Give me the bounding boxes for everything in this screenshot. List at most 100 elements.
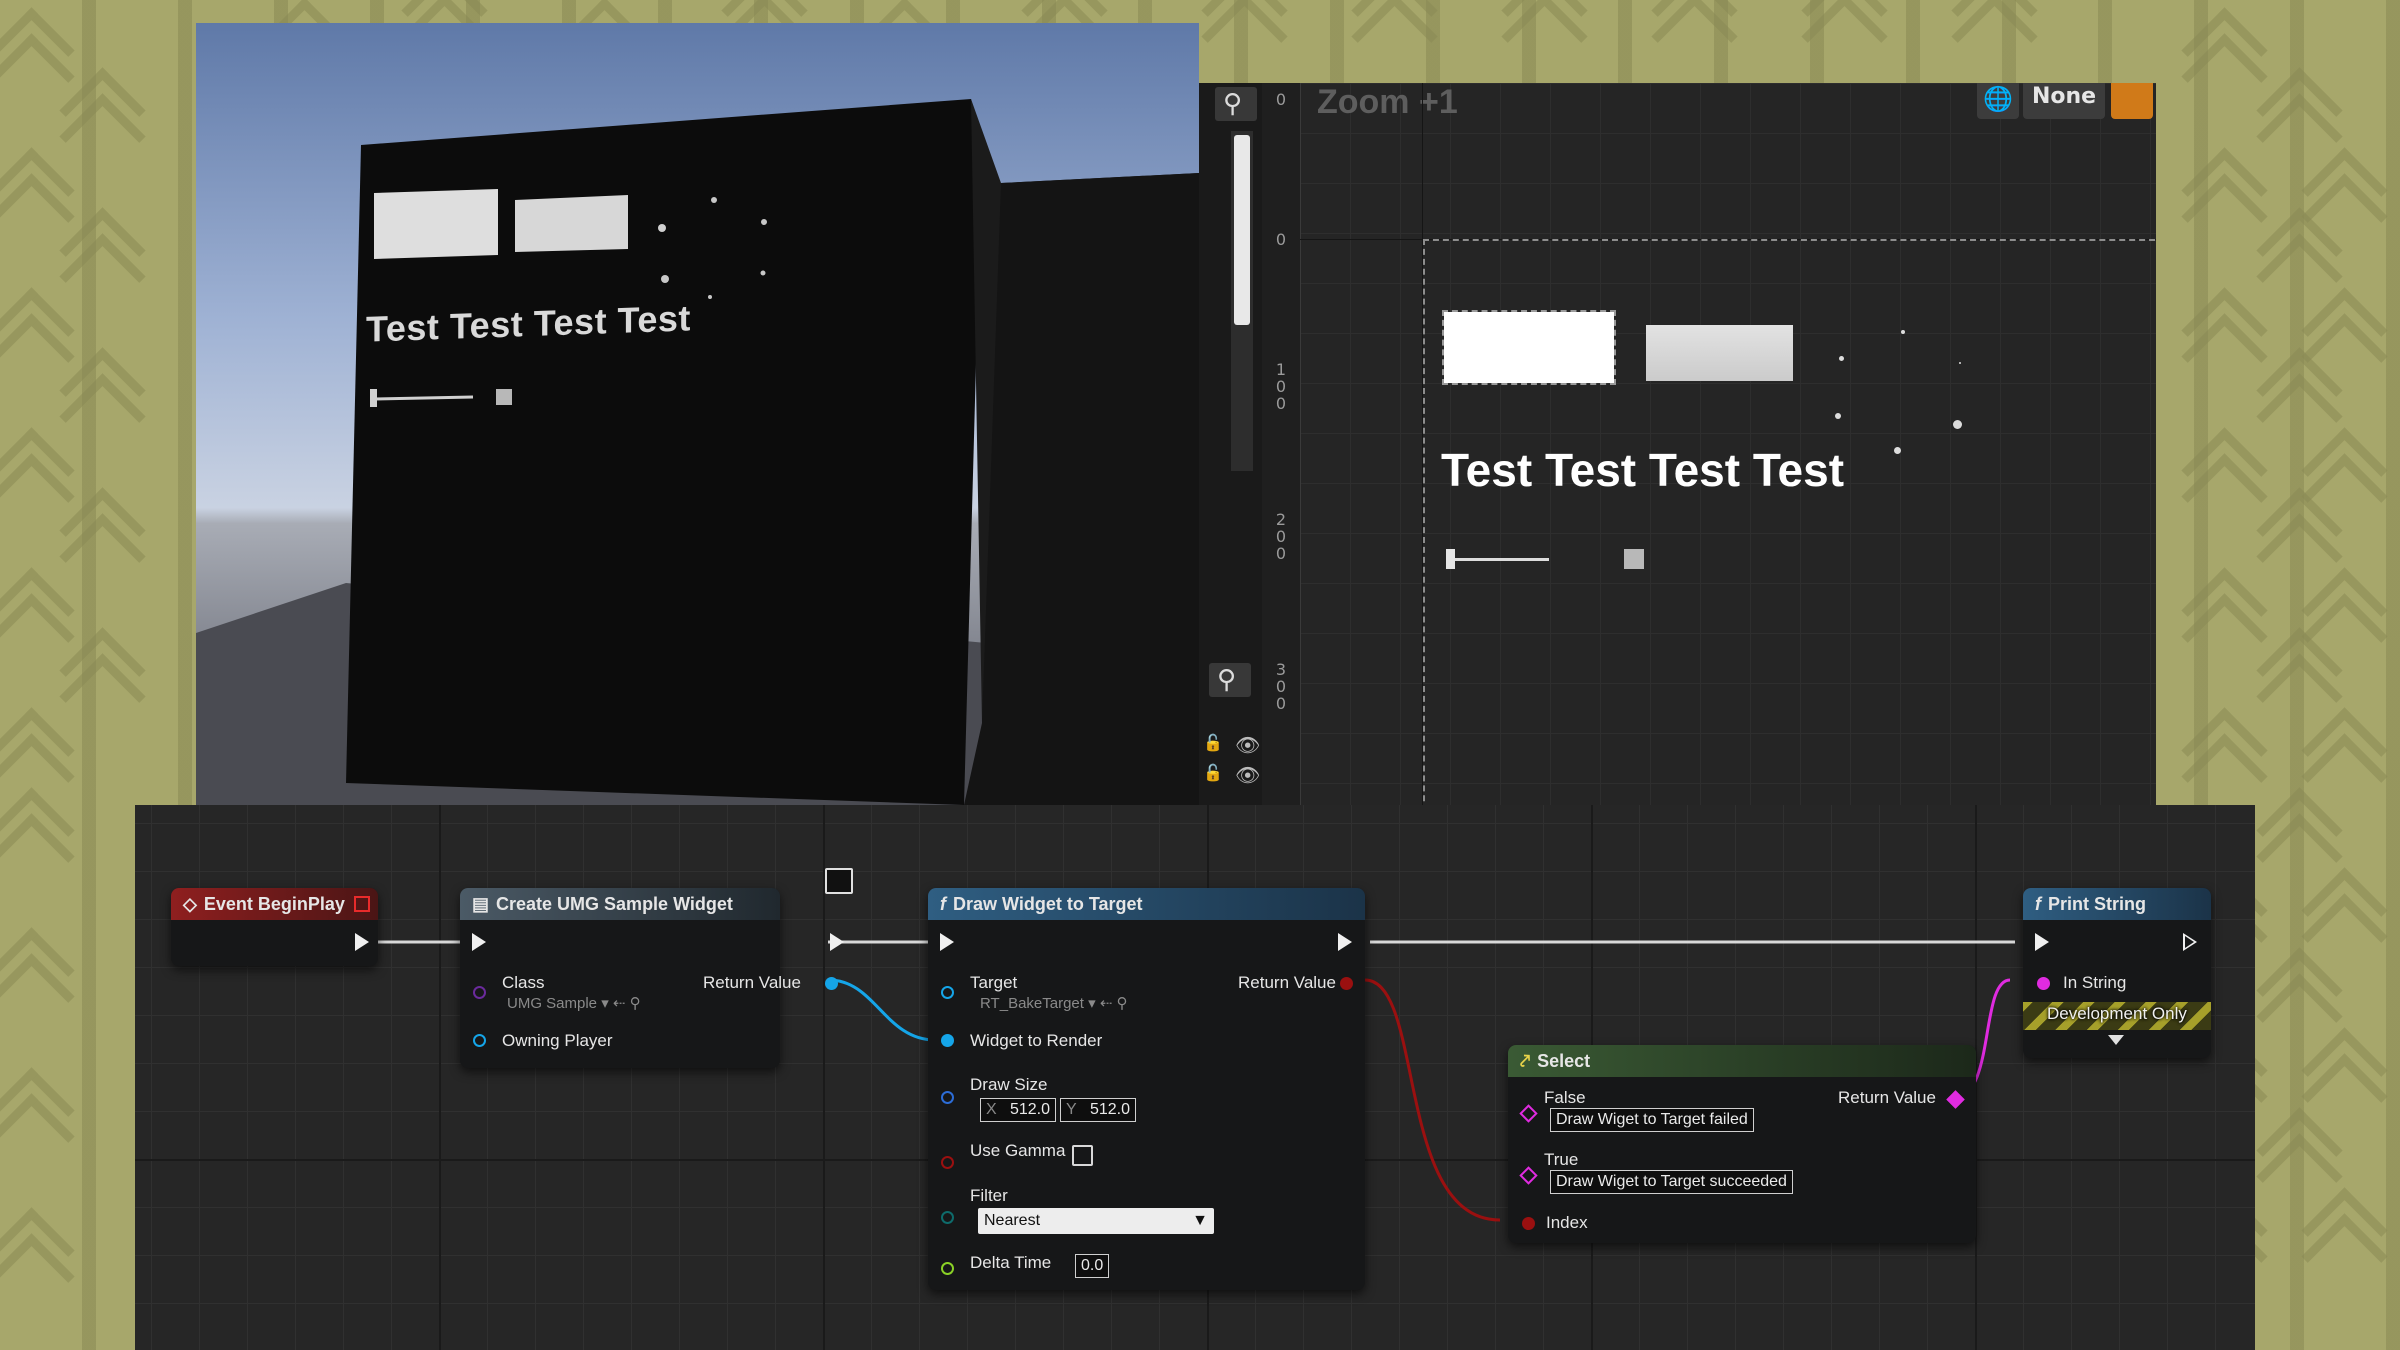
ruler-label: 0 bbox=[1275, 677, 1287, 696]
node-title: Event BeginPlay bbox=[203, 894, 345, 914]
delegate-pin[interactable] bbox=[354, 896, 370, 912]
return-value-pin[interactable] bbox=[1340, 977, 1353, 990]
render-target-cube bbox=[196, 99, 1199, 805]
lock-icon[interactable]: 🔓 bbox=[1203, 763, 1223, 782]
function-icon: f bbox=[2035, 894, 2041, 914]
lock-icon[interactable]: 🔓 bbox=[1203, 733, 1223, 752]
node-title: Create UMG Sample Widget bbox=[496, 894, 733, 914]
monitor-icon bbox=[825, 868, 853, 894]
none-dropdown[interactable]: None bbox=[2023, 83, 2105, 119]
umg-designer-panel[interactable]: ⚲ ⚲ 👁 👁 🔓 🔓 0 0 1 0 0 2 0 0 3 0 0 Zoom +… bbox=[1199, 83, 2156, 805]
return-value-pin[interactable] bbox=[1946, 1090, 1965, 1109]
exec-in-pin[interactable] bbox=[472, 933, 486, 951]
use-gamma-pin[interactable] bbox=[941, 1156, 954, 1169]
widget-dot bbox=[1894, 447, 1901, 454]
widget-checkbox[interactable] bbox=[1624, 549, 1644, 569]
filter-value: Nearest bbox=[984, 1212, 1041, 1229]
ruler-label: 0 bbox=[1275, 394, 1287, 413]
index-pin[interactable] bbox=[1522, 1217, 1535, 1230]
search-icon: ⚲ bbox=[1223, 89, 1243, 119]
widget-dot bbox=[1959, 362, 1961, 364]
widget-slider-track[interactable] bbox=[1449, 558, 1549, 561]
chevron-down-icon: ▼ bbox=[1192, 1212, 1208, 1229]
widget-dot bbox=[1839, 356, 1844, 361]
print-string-node[interactable]: f Print String In String Development Only bbox=[2023, 888, 2211, 1058]
event-beginplay-node[interactable]: ◇ Event BeginPlay bbox=[171, 888, 378, 966]
true-value: Draw Wiget to Target succeeded bbox=[1556, 1173, 1787, 1190]
exec-in-pin[interactable] bbox=[940, 933, 954, 951]
node-title: Print String bbox=[2048, 894, 2146, 914]
node-header: ◇ Event BeginPlay bbox=[171, 888, 378, 920]
delta-time-field[interactable]: 0.0 bbox=[1075, 1254, 1110, 1278]
draw-size-y-field[interactable]: Y 512.0 bbox=[1060, 1098, 1136, 1122]
widget-slider-handle[interactable] bbox=[1446, 549, 1455, 569]
exec-out-pin[interactable] bbox=[355, 933, 369, 951]
select-node[interactable]: ⤤ Select False Draw Wiget to Target faile… bbox=[1508, 1045, 1976, 1243]
exec-out-pin[interactable] bbox=[830, 933, 844, 951]
y-value: 512.0 bbox=[1089, 1101, 1130, 1118]
class-select[interactable]: UMG Sample ▾ ⇠ ⚲ bbox=[507, 994, 641, 1014]
widget-to-render-pin[interactable] bbox=[941, 1034, 954, 1047]
widget-dot bbox=[1835, 413, 1841, 419]
widget-to-render-label: Widget to Render bbox=[970, 1031, 1103, 1050]
exec-in-pin[interactable] bbox=[2035, 933, 2049, 951]
widget-dot bbox=[1901, 330, 1905, 334]
in-string-pin[interactable] bbox=[2034, 974, 2053, 993]
draw-size-x-field[interactable]: X 512.0 bbox=[980, 1098, 1056, 1122]
blueprint-graph[interactable]: ◇ Event BeginPlay ▤ Create UMG Sample Widg… bbox=[135, 805, 2255, 1350]
widget-text-block[interactable]: Test Test Test Test bbox=[1441, 443, 1844, 497]
zoom-level-label: Zoom +1 bbox=[1317, 83, 1458, 121]
expand-arrow-icon[interactable] bbox=[2108, 1035, 2124, 1045]
index-label: Index bbox=[1546, 1213, 1588, 1232]
widget-button-1[interactable] bbox=[1442, 310, 1616, 385]
return-value-pin[interactable] bbox=[825, 977, 838, 990]
draw-size-pin[interactable] bbox=[941, 1091, 954, 1104]
development-only-banner: Development Only bbox=[2023, 1002, 2211, 1030]
true-value-field[interactable]: Draw Wiget to Target succeeded bbox=[1550, 1170, 1793, 1194]
draw-widget-to-target-node[interactable]: f Draw Widget to Target Target RT_BakeTar… bbox=[928, 888, 1365, 1290]
globe-button[interactable]: 🌐 bbox=[1977, 83, 2019, 119]
palette-scrollbar[interactable] bbox=[1231, 131, 1253, 471]
owning-player-pin[interactable] bbox=[473, 1034, 486, 1047]
widget-button-2[interactable] bbox=[1646, 325, 1793, 381]
node-title: Select bbox=[1537, 1051, 1591, 1071]
true-label: True bbox=[1544, 1150, 1579, 1169]
node-header: ⤤ Select bbox=[1508, 1045, 1976, 1077]
target-pin[interactable] bbox=[941, 986, 954, 999]
eye-icon[interactable]: 👁 bbox=[1235, 763, 1260, 787]
filter-dropdown[interactable]: Nearest ▼ bbox=[978, 1208, 1214, 1234]
filter-pin[interactable] bbox=[941, 1211, 954, 1224]
ruler-label: 1 bbox=[1275, 360, 1287, 379]
create-widget-node[interactable]: ▤ Create UMG Sample Widget Class UMG Samp… bbox=[460, 888, 844, 1068]
false-value: Draw Wiget to Target failed bbox=[1556, 1111, 1748, 1128]
none-label: None bbox=[2031, 84, 2097, 109]
x-label: X bbox=[986, 1101, 997, 1118]
widget-dot bbox=[1953, 420, 1962, 429]
globe-icon: 🌐 bbox=[1983, 85, 2013, 113]
node-header: f Draw Widget to Target bbox=[928, 888, 1365, 920]
exec-out-pin[interactable] bbox=[2183, 933, 2197, 951]
false-value-field[interactable]: Draw Wiget to Target failed bbox=[1550, 1108, 1754, 1132]
eye-icon[interactable]: 👁 bbox=[1235, 733, 1260, 757]
search-button[interactable]: ⚲ bbox=[1215, 87, 1257, 121]
color-button[interactable] bbox=[2111, 83, 2153, 119]
class-pin[interactable] bbox=[473, 986, 486, 999]
delta-time-pin[interactable] bbox=[941, 1262, 954, 1275]
target-select[interactable]: RT_BakeTarget ▾ ⇠ ⚲ bbox=[980, 994, 1128, 1014]
bool-wire bbox=[1364, 978, 1501, 1222]
target-label: Target bbox=[970, 973, 1018, 992]
search-icon: ⚲ bbox=[1217, 665, 1237, 695]
false-pin[interactable] bbox=[1519, 1104, 1538, 1123]
exec-out-pin[interactable] bbox=[1338, 933, 1352, 951]
3d-viewport[interactable]: Test Test Test Test bbox=[196, 23, 1199, 805]
use-gamma-checkbox[interactable] bbox=[1072, 1145, 1093, 1166]
return-value-label: Return Value bbox=[1238, 973, 1336, 992]
hierarchy-search-button[interactable]: ⚲ bbox=[1209, 663, 1251, 697]
true-pin[interactable] bbox=[1519, 1166, 1538, 1185]
scrollbar-thumb[interactable] bbox=[1234, 135, 1250, 325]
ruler-label: 0 bbox=[1275, 230, 1287, 249]
in-string-label: In String bbox=[2063, 973, 2127, 992]
ruler-label: 0 bbox=[1275, 544, 1287, 563]
class-value: UMG Sample bbox=[507, 995, 598, 1012]
class-label: Class bbox=[502, 973, 545, 992]
